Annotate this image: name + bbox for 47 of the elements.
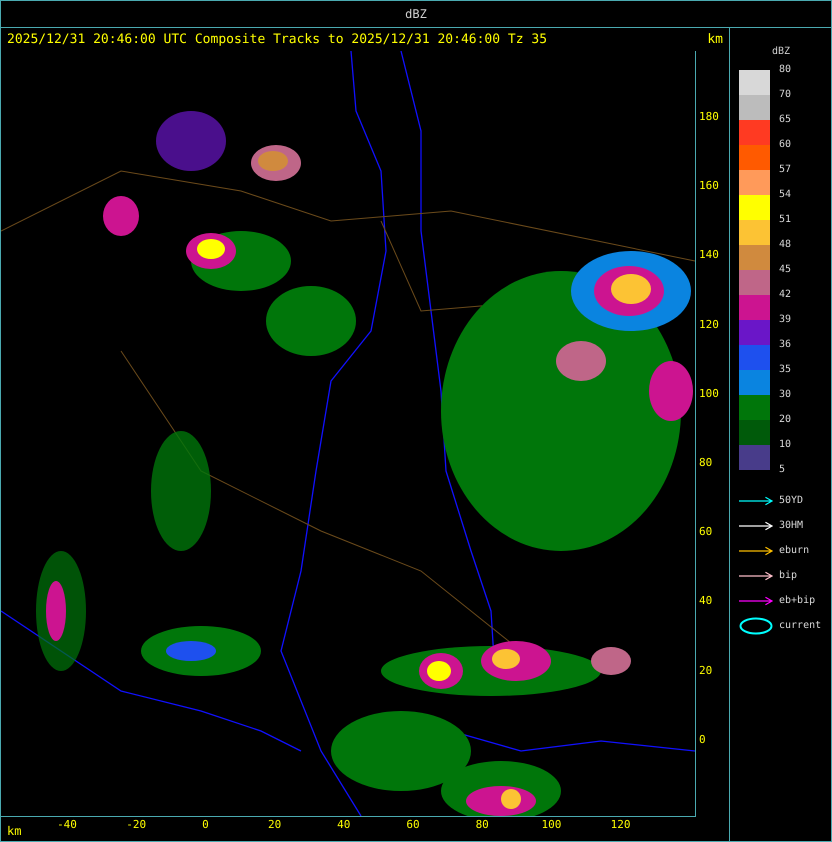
scale-label: 35	[779, 364, 792, 377]
scale-label: 30	[779, 389, 792, 402]
track-label: eb+bip	[779, 595, 816, 606]
axis-tick-label: 80	[474, 818, 490, 831]
axis-tick-label: 140	[699, 248, 719, 262]
scale-label: 36	[779, 339, 792, 352]
scale-label: 39	[779, 314, 792, 327]
track-label: bip	[779, 570, 798, 581]
scale-label: 20	[779, 414, 792, 427]
axis-tick-label: -40	[56, 818, 78, 831]
scale-label: 70	[779, 89, 792, 102]
axis-tick-label: 100	[699, 386, 719, 401]
axis-tick-label: 40	[699, 594, 712, 608]
track-label: 50YD	[779, 495, 804, 506]
legend-title: dBZ	[772, 46, 790, 57]
plot-title: 2025/12/31 20:46:00 UTC Composite Tracks to 2025/12/31 20:46:00 Tz 35	[7, 32, 548, 47]
scale-label: 45	[779, 264, 792, 277]
scale-label: 60	[779, 139, 792, 152]
axis-tick-label: 40	[336, 818, 352, 831]
axis-tick-label: 60	[699, 525, 712, 540]
scale-label: 65	[779, 114, 792, 127]
axis-tick-label: 0	[699, 732, 706, 747]
header-title: dBZ	[405, 7, 427, 21]
track-label: current	[779, 620, 822, 631]
axis-tick-label: 80	[699, 456, 712, 470]
axis-label: km	[7, 824, 22, 838]
axis-tick-label: 160	[699, 179, 719, 194]
track-label: eburn	[779, 545, 810, 556]
axis-tick-label: -20	[125, 818, 148, 831]
axis-tick-label: 60	[405, 818, 421, 831]
axis-tick-label: 120	[610, 818, 632, 831]
scale-label: 10	[779, 439, 792, 452]
scale-label: 57	[779, 164, 792, 177]
axis-tick-label: 20	[266, 818, 282, 831]
scale-label: 5	[779, 464, 786, 477]
scale-label: 48	[779, 239, 792, 252]
axis-tick-label: 0	[201, 818, 210, 831]
axis-tick-label: 120	[699, 318, 719, 332]
axis-tick-label: 180	[699, 110, 719, 124]
scale-label: 54	[779, 189, 792, 202]
scale-label: 80	[779, 64, 792, 77]
scale-label: 51	[779, 214, 792, 227]
axis-tick-label: 20	[699, 664, 712, 678]
track-label: 30HM	[779, 520, 804, 531]
axis-label: km	[707, 32, 723, 47]
scale-label: 42	[779, 289, 792, 302]
axis-tick-label: 100	[540, 818, 562, 831]
